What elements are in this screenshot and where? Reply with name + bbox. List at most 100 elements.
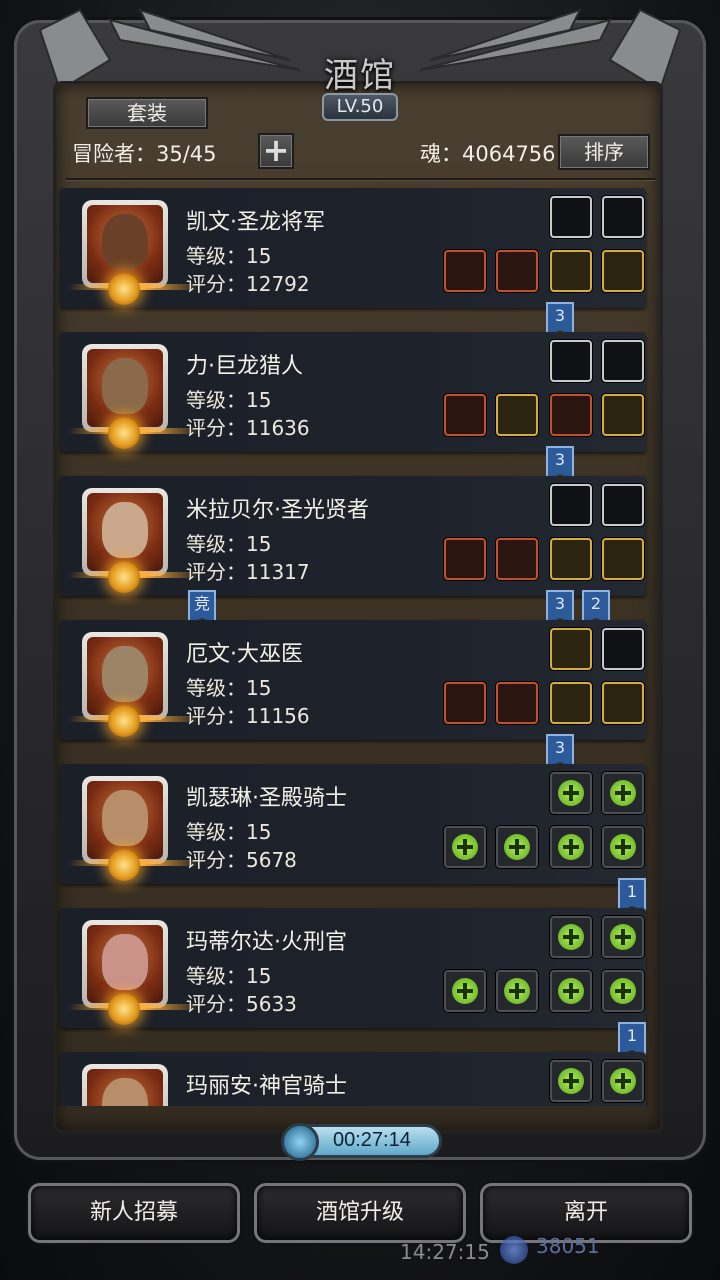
hero-card[interactable]: 玛蒂尔达·火刑官 等级：15 评分：5633: [60, 908, 646, 1028]
empty-slot-add-icon[interactable]: [550, 916, 592, 958]
hero-card[interactable]: 凯瑟琳·圣殿骑士 等级：15 评分：5678: [60, 764, 646, 884]
hero-level: 等级：15: [186, 388, 272, 412]
crossbow-icon[interactable]: [550, 196, 592, 238]
boots-icon[interactable]: [602, 682, 644, 724]
hero-score: 评分：5633: [186, 992, 297, 1016]
empty-slot-add-icon[interactable]: [602, 916, 644, 958]
set-tag: 1: [618, 1022, 646, 1056]
sword-icon[interactable]: [444, 250, 486, 292]
recruit-button[interactable]: 新人招募: [28, 1183, 240, 1243]
gem-icon[interactable]: [550, 682, 592, 724]
hero-level: 等级：15: [186, 244, 272, 268]
page-title: 酒馆: [324, 56, 396, 96]
hero-name: 凯瑟琳·圣殿骑士: [186, 786, 347, 811]
empty-slot-add-icon[interactable]: [496, 826, 538, 868]
hero-score: 评分：11156: [186, 704, 310, 728]
cross-icon[interactable]: [550, 538, 592, 580]
armor-icon[interactable]: [496, 250, 538, 292]
empty-slot-add-icon[interactable]: [602, 970, 644, 1012]
timer-value: 00:27:14: [333, 1129, 411, 1151]
status-clock: 14:27:15: [400, 1240, 490, 1264]
staff-icon[interactable]: [550, 340, 592, 382]
tavern-screen: { "header": { "title": "酒馆", "level_badg…: [0, 0, 720, 1280]
hero-score: 评分：5678: [186, 848, 297, 872]
tavern-level-badge: LV.50: [322, 93, 398, 121]
set-tag: 3: [546, 446, 574, 480]
empty-slot-add-icon[interactable]: [496, 970, 538, 1012]
hero-card[interactable]: 力·巨龙猎人 等级：15 评分：11636: [60, 332, 646, 452]
hero-name: 凯文·圣龙将军: [186, 210, 325, 235]
hero-list[interactable]: 凯文·圣龙将军 等级：15 评分：12792 3 力·巨龙猎人 等级：15 评分…: [56, 186, 660, 1106]
empty-slot-add-icon[interactable]: [444, 826, 486, 868]
set-tag: 3: [546, 590, 574, 624]
rank-medal-icon: [108, 849, 140, 881]
rank-medal-icon: [108, 993, 140, 1025]
rank-medal-icon: [108, 705, 140, 737]
shield-icon[interactable]: [550, 250, 592, 292]
hero-card[interactable]: 玛丽安·神官骑士: [60, 1052, 646, 1106]
hero-name: 玛丽安·神官骑士: [186, 1074, 347, 1099]
empty-slot-add-icon[interactable]: [602, 772, 644, 814]
suit-button[interactable]: 套装: [86, 97, 208, 129]
hammer-icon[interactable]: [444, 538, 486, 580]
adventurer-count: 冒险者：35/45: [72, 142, 217, 166]
hero-level: 等级：15: [186, 532, 272, 556]
hero-face-icon: [102, 790, 148, 847]
bracelet-icon[interactable]: [602, 538, 644, 580]
set-tag: 3: [546, 302, 574, 336]
empty-slot-add-icon[interactable]: [444, 970, 486, 1012]
set-tag: 2: [582, 590, 610, 624]
hero-score: 评分：11636: [186, 416, 310, 440]
set-tag: 1: [618, 878, 646, 912]
gem-icon: [500, 1236, 528, 1264]
hero-portrait: [82, 1064, 168, 1106]
hero-face-icon: [102, 214, 148, 271]
lantern-icon[interactable]: [550, 628, 592, 670]
arena-tag: 竞: [188, 590, 216, 624]
upgrade-tavern-button[interactable]: 酒馆升级: [254, 1183, 466, 1243]
hero-card[interactable]: 凯文·圣龙将军 等级：15 评分：12792: [60, 188, 646, 308]
clock-icon: [281, 1123, 319, 1161]
hero-face-icon: [102, 934, 148, 991]
gun-icon[interactable]: [444, 394, 486, 436]
hero-score: 评分：12792: [186, 272, 310, 296]
armor-icon[interactable]: [496, 682, 538, 724]
gauntlet-icon[interactable]: [602, 250, 644, 292]
hero-score: 评分：11317: [186, 560, 310, 584]
soul-count: 魂：4064756: [420, 142, 556, 166]
ring-icon[interactable]: [550, 394, 592, 436]
header-divider: [66, 178, 656, 180]
herb-icon[interactable]: [602, 196, 644, 238]
armor-icon[interactable]: [496, 538, 538, 580]
leaf-icon[interactable]: [602, 628, 644, 670]
sort-button[interactable]: 排序: [558, 134, 650, 170]
empty-slot-add-icon[interactable]: [550, 772, 592, 814]
countdown-timer: 00:27:14: [281, 1123, 442, 1161]
rank-medal-icon: [108, 561, 140, 593]
empty-slot-add-icon[interactable]: [550, 826, 592, 868]
bow-icon[interactable]: [550, 484, 592, 526]
empty-slot-add-icon[interactable]: [602, 826, 644, 868]
wand-icon[interactable]: [444, 682, 486, 724]
empty-slot-add-icon[interactable]: [550, 1060, 592, 1102]
hero-name: 力·巨龙猎人: [186, 354, 303, 379]
hero-face-icon: [102, 646, 148, 703]
hero-card[interactable]: 厄文·大巫医 等级：15 评分：11156: [60, 620, 646, 740]
rank-medal-icon: [108, 273, 140, 305]
mask-icon[interactable]: [602, 394, 644, 436]
rank-medal-icon: [108, 417, 140, 449]
add-capacity-button[interactable]: +: [258, 133, 294, 169]
hero-name: 米拉贝尔·圣光贤者: [186, 498, 369, 523]
hero-name: 厄文·大巫医: [186, 642, 303, 667]
hero-face-icon: [102, 502, 148, 559]
set-tag: 3: [546, 734, 574, 768]
feather-icon[interactable]: [602, 484, 644, 526]
empty-slot-add-icon[interactable]: [602, 1060, 644, 1102]
amulet-icon[interactable]: [602, 340, 644, 382]
armor-icon[interactable]: [496, 394, 538, 436]
hero-level: 等级：15: [186, 964, 272, 988]
hero-level: 等级：15: [186, 820, 272, 844]
empty-slot-add-icon[interactable]: [550, 970, 592, 1012]
hero-face-icon: [102, 358, 148, 415]
hero-card[interactable]: 米拉贝尔·圣光贤者 等级：15 评分：11317: [60, 476, 646, 596]
